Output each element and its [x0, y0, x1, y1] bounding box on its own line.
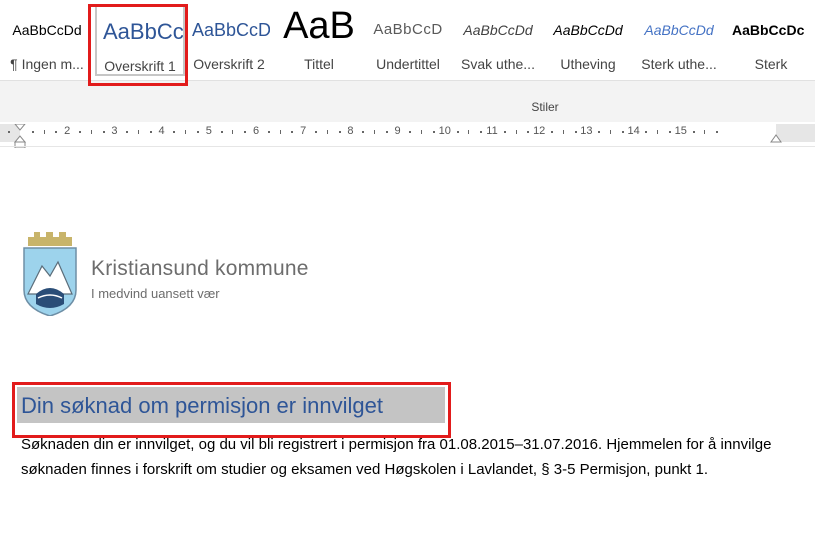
- ruler-dot: [31, 131, 34, 133]
- heading-highlight: [12, 382, 451, 438]
- ruler-dot: [79, 131, 81, 133]
- ruler-tick: [279, 130, 281, 134]
- ruler-number: 7: [300, 125, 307, 137]
- ruler-dot: [456, 131, 459, 133]
- ruler-dot: [574, 131, 577, 133]
- ruler-number: 2: [64, 125, 71, 137]
- style-intense-emphasis[interactable]: AaBbCcDd Sterk uthe...: [635, 4, 723, 76]
- styles-group-label: Stiler: [531, 100, 559, 114]
- ruler-tick: [515, 130, 517, 134]
- ruler-dot: [480, 131, 483, 133]
- style-preview: AaBbCcDd: [12, 22, 82, 38]
- style-name: Svak uthe...: [461, 56, 535, 72]
- style-preview: AaBbCcD: [192, 20, 270, 40]
- style-name: Overskrift 2: [193, 56, 265, 72]
- ruler-dot: [669, 131, 671, 133]
- ruler-dot: [385, 131, 388, 133]
- ruler-dot: [621, 131, 624, 133]
- style-preview: AaB: [283, 5, 355, 44]
- ruler-tick: [43, 130, 45, 134]
- page-top-edge: [0, 146, 815, 147]
- indent-marker-icon[interactable]: [13, 124, 27, 148]
- style-preview: AaBbCcDd: [553, 22, 623, 38]
- ruler-number: 12: [533, 125, 546, 137]
- ruler-tick: [138, 130, 139, 134]
- ruler-number: 5: [205, 125, 212, 137]
- right-indent-marker-icon[interactable]: [769, 134, 783, 144]
- style-strong[interactable]: AaBbCcDc Sterk: [727, 4, 815, 76]
- ruler-dot: [244, 131, 247, 133]
- ruler-tick: [90, 130, 92, 134]
- ruler-tick: [185, 130, 187, 134]
- ruler-dot: [645, 131, 648, 133]
- ruler-dot: [126, 131, 129, 133]
- organization-slogan: I medvind uansett vær: [91, 286, 220, 301]
- style-preview: AaBbCcDd: [463, 22, 533, 38]
- ruler-tick: [657, 130, 659, 134]
- ruler-dot: [409, 131, 412, 133]
- ruler-dot: [55, 131, 58, 133]
- ruler-number: 4: [158, 125, 165, 137]
- ruler-dot: [716, 131, 719, 133]
- ruler-tick: [704, 130, 706, 134]
- style-name: Utheving: [560, 56, 616, 72]
- style-preview: AaBbCcD: [373, 21, 443, 38]
- ruler-dot: [362, 131, 365, 133]
- ruler-dot: [503, 131, 506, 133]
- ruler-dot: [173, 131, 176, 133]
- ruler-dot: [149, 131, 152, 133]
- ruler-dot: [220, 131, 223, 133]
- ruler-number: 13: [580, 125, 593, 137]
- ruler-tick: [232, 130, 234, 134]
- style-emphasis[interactable]: AaBbCcDd Utheving: [545, 4, 631, 76]
- ruler-tick: [421, 130, 423, 134]
- ruler-dot: [338, 131, 341, 133]
- ruler-dot: [598, 131, 601, 133]
- style-name: Sterk: [754, 56, 788, 72]
- style-preview: AaBbCcDc: [732, 22, 805, 38]
- style-subtle-emphasis[interactable]: AaBbCcDd Svak uthe...: [455, 4, 541, 76]
- style-title[interactable]: AaB Tittel: [275, 4, 363, 76]
- coat-of-arms-icon: [23, 232, 77, 316]
- selected-style-highlight: [88, 4, 188, 86]
- styles-ribbon: AaBbCcDd ¶ Ingen m... AaBbCc Overskrift …: [0, 0, 815, 123]
- style-name: Undertittel: [376, 56, 440, 72]
- style-heading-2[interactable]: AaBbCcD Overskrift 2: [188, 4, 270, 76]
- ruler-number: 10: [438, 125, 451, 137]
- ruler-dot: [197, 131, 199, 133]
- ruler-number: 6: [252, 125, 260, 137]
- ruler-tick: [326, 130, 328, 134]
- body-paragraph[interactable]: Søknaden din er innvilget, og du vil bli…: [21, 433, 781, 482]
- ruler-dot: [527, 131, 530, 133]
- ruler-dot: [8, 131, 11, 133]
- style-preview: AaBbCcDd: [644, 22, 714, 38]
- ruler-dot: [433, 131, 435, 133]
- organization-name: Kristiansund kommune: [91, 257, 309, 280]
- ruler-dot: [291, 131, 294, 133]
- style-subtitle[interactable]: AaBbCcD Undertittel: [366, 4, 450, 76]
- ruler-number: 8: [347, 125, 354, 137]
- style-no-spacing[interactable]: AaBbCcDd ¶ Ingen m...: [4, 4, 90, 76]
- style-name: Tittel: [304, 56, 334, 72]
- horizontal-ruler[interactable]: 234567891011121314151: [0, 124, 815, 148]
- style-name: ¶ Ingen m...: [10, 56, 84, 72]
- ruler-number: 9: [394, 125, 401, 137]
- ruler-tick: [374, 130, 375, 134]
- ruler-dot: [315, 131, 317, 133]
- ruler-number: 14: [627, 125, 640, 137]
- style-name: Sterk uthe...: [641, 56, 717, 72]
- ruler-number: 3: [111, 125, 118, 137]
- ruler-dot: [267, 131, 270, 133]
- ruler-tick: [468, 130, 470, 134]
- ruler-tick: [562, 130, 564, 134]
- ruler-dot: [551, 131, 553, 133]
- ruler-number: 15: [674, 125, 687, 137]
- ruler-tick: [610, 130, 611, 134]
- ruler-dot: [102, 131, 105, 133]
- ruler-dot: [692, 131, 695, 133]
- ruler-number: 11: [486, 125, 498, 137]
